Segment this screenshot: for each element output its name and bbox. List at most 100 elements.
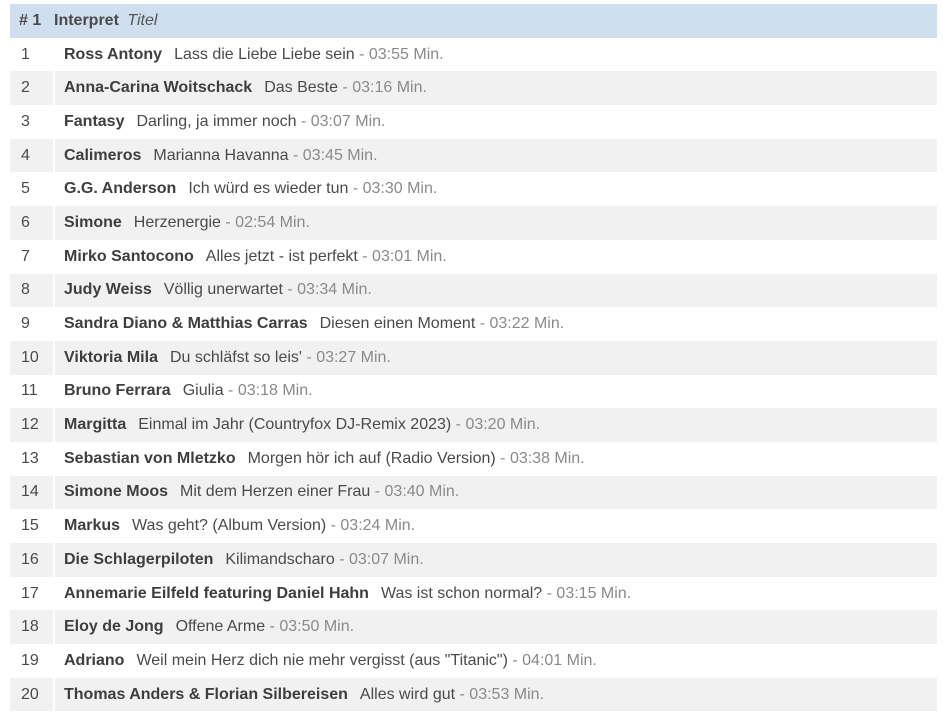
artist-name: Judy Weiss <box>64 281 152 299</box>
song-duration: 03:30 Min. <box>362 180 438 198</box>
interpret-header-label: Interpret <box>54 11 119 29</box>
rank-number: 2 <box>10 71 55 106</box>
separator: - <box>282 281 298 299</box>
artist-name: Die Schlagerpiloten <box>64 550 214 568</box>
song-entry: Sandra Diano & Matthias Carras Diesen ein… <box>54 307 937 341</box>
separator: - <box>507 651 523 669</box>
song-title: Alles wird gut <box>359 685 456 703</box>
artist-name: Margitta <box>64 416 127 434</box>
table-row: 6 Simone Herzenergie - 02:54 Min. <box>10 206 937 240</box>
separator: - <box>451 416 466 434</box>
artist-name: Mirko Santocono <box>64 247 194 265</box>
artist-name: Calimeros <box>64 146 142 164</box>
table-row: 5 G.G. Anderson Ich würd es wieder tun - 0… <box>10 172 937 207</box>
table-row: 8 Judy Weiss Völlig unerwartet - 03:34 Min… <box>10 273 937 308</box>
song-title: Völlig unerwartet <box>163 281 283 299</box>
rank-number: 8 <box>10 273 55 308</box>
artist-name: G.G. Anderson <box>64 180 177 198</box>
separator: - <box>495 449 510 467</box>
song-duration: 03:40 Min. <box>384 483 460 501</box>
separator: - <box>354 45 369 63</box>
song-entry: Thomas Anders & Florian Silbereisen Alles… <box>54 678 937 712</box>
song-entry: Bruno Ferrara Giulia - 03:18 Min. <box>54 375 937 409</box>
song-title: Ich würd es wieder tun <box>188 180 349 198</box>
rank-number: 7 <box>10 239 55 274</box>
rank-column-header: # 1 <box>19 11 42 29</box>
song-duration: 03:53 Min. <box>469 685 545 703</box>
artist-name: Markus <box>64 517 121 535</box>
rank-number: 9 <box>10 307 55 341</box>
separator: - <box>455 685 470 703</box>
table-row: 10 Viktoria Mila Du schläfst so leis' - 03… <box>10 340 937 375</box>
rank-number: 4 <box>10 138 55 173</box>
song-entry: Anna-Carina Woitschack Das Beste - 03:16 … <box>54 71 937 105</box>
song-title: Du schläfst so leis' <box>169 348 302 366</box>
song-duration: 03:27 Min. <box>316 348 391 366</box>
song-title: Alles jetzt - ist perfekt <box>205 247 358 265</box>
song-entry: Viktoria Mila Du schläfst so leis' - 03:2… <box>54 341 937 375</box>
table-row: 1 Ross Antony Lass die Liebe Liebe sein - … <box>10 37 937 72</box>
artist-name: Sandra Diano & Matthias Carras <box>64 315 308 333</box>
song-duration: 03:34 Min. <box>297 281 372 299</box>
separator: - <box>288 146 303 164</box>
rank-number: 10 <box>10 340 55 375</box>
rank-number: 20 <box>10 677 55 712</box>
rank-number: 1 <box>10 37 55 72</box>
song-entry: Mirko Santocono Alles jetzt - ist perfekt… <box>54 240 937 274</box>
chart-table: # 1 Interpret Titel 1 Ross Antony Lass die… <box>10 4 937 712</box>
table-row: 16 Die Schlagerpiloten Kilimandscharo - 03… <box>10 543 937 577</box>
separator: - <box>296 112 311 130</box>
rank-number: 15 <box>10 509 55 543</box>
song-entry: Fantasy Darling, ja immer noch - 03:07 Mi… <box>54 105 937 139</box>
song-duration: 03:55 Min. <box>368 45 444 63</box>
rank-number: 16 <box>10 543 55 577</box>
song-title: Weil mein Herz dich nie mehr vergisst (a… <box>136 651 508 669</box>
song-duration: 02:54 Min. <box>235 213 310 231</box>
song-entry: Simone Moos Mit dem Herzen einer Frau - 0… <box>54 476 937 510</box>
song-column-header: Interpret Titel <box>54 4 937 38</box>
table-row: 17 Annemarie Eilfeld featuring Daniel Hah… <box>10 576 937 611</box>
song-title: Was ist schon normal? <box>380 584 543 602</box>
separator: - <box>334 550 349 568</box>
table-row: 2 Anna-Carina Woitschack Das Beste - 03:16… <box>10 71 937 106</box>
song-title: Das Beste <box>264 79 339 97</box>
table-row: 4 Calimeros Marianna Havanna - 03:45 Min. <box>10 138 937 173</box>
table-row: 13 Sebastian von Mletzko Morgen hör ich au… <box>10 441 937 476</box>
rank-number: 12 <box>10 408 55 442</box>
separator: - <box>326 517 341 535</box>
separator: - <box>338 79 353 97</box>
table-row: 18 Eloy de Jong Offene Arme - 03:50 Min. <box>10 610 937 645</box>
rank-number: 18 <box>10 610 55 645</box>
artist-name: Annemarie Eilfeld featuring Daniel Hahn <box>64 584 369 602</box>
song-duration: 03:07 Min. <box>348 550 424 568</box>
song-duration: 03:07 Min. <box>310 112 386 130</box>
song-entry: Calimeros Marianna Havanna - 03:45 Min. <box>54 139 937 173</box>
rank-number: 6 <box>10 206 55 240</box>
song-duration: 04:01 Min. <box>522 651 597 669</box>
song-entry: Eloy de Jong Offene Arme - 03:50 Min. <box>54 610 937 644</box>
artist-name: Viktoria Mila <box>64 348 158 366</box>
separator: - <box>220 213 236 231</box>
song-title: Herzenergie <box>133 213 221 231</box>
table-row: 15 Markus Was geht? (Album Version) - 03:2… <box>10 509 937 543</box>
song-title: Kilimandscharo <box>225 550 335 568</box>
song-title: Marianna Havanna <box>153 146 289 164</box>
separator: - <box>357 247 373 265</box>
song-title: Lass die Liebe Liebe sein <box>174 45 355 63</box>
song-entry: G.G. Anderson Ich würd es wieder tun - 03… <box>54 172 937 206</box>
table-row: 9 Sandra Diano & Matthias Carras Diesen ei… <box>10 307 937 341</box>
song-duration: 03:22 Min. <box>489 315 565 333</box>
table-row: 3 Fantasy Darling, ja immer noch - 03:07 M… <box>10 105 937 139</box>
song-title: Was geht? (Album Version) <box>132 517 327 535</box>
artist-name: Bruno Ferrara <box>64 382 171 400</box>
song-duration: 03:24 Min. <box>340 517 416 535</box>
song-title: Diesen einen Moment <box>319 315 476 333</box>
artist-name: Simone <box>64 213 122 231</box>
table-row: 14 Simone Moos Mit dem Herzen einer Frau -… <box>10 475 937 510</box>
song-entry: Markus Was geht? (Album Version) - 03:24 … <box>54 509 937 543</box>
song-duration: 03:45 Min. <box>302 146 378 164</box>
song-title: Darling, ja immer noch <box>136 112 297 130</box>
table-row: 12 Margitta Einmal im Jahr (Countryfox DJ-… <box>10 408 937 442</box>
separator: - <box>223 382 238 400</box>
artist-name: Ross Antony <box>64 45 163 63</box>
